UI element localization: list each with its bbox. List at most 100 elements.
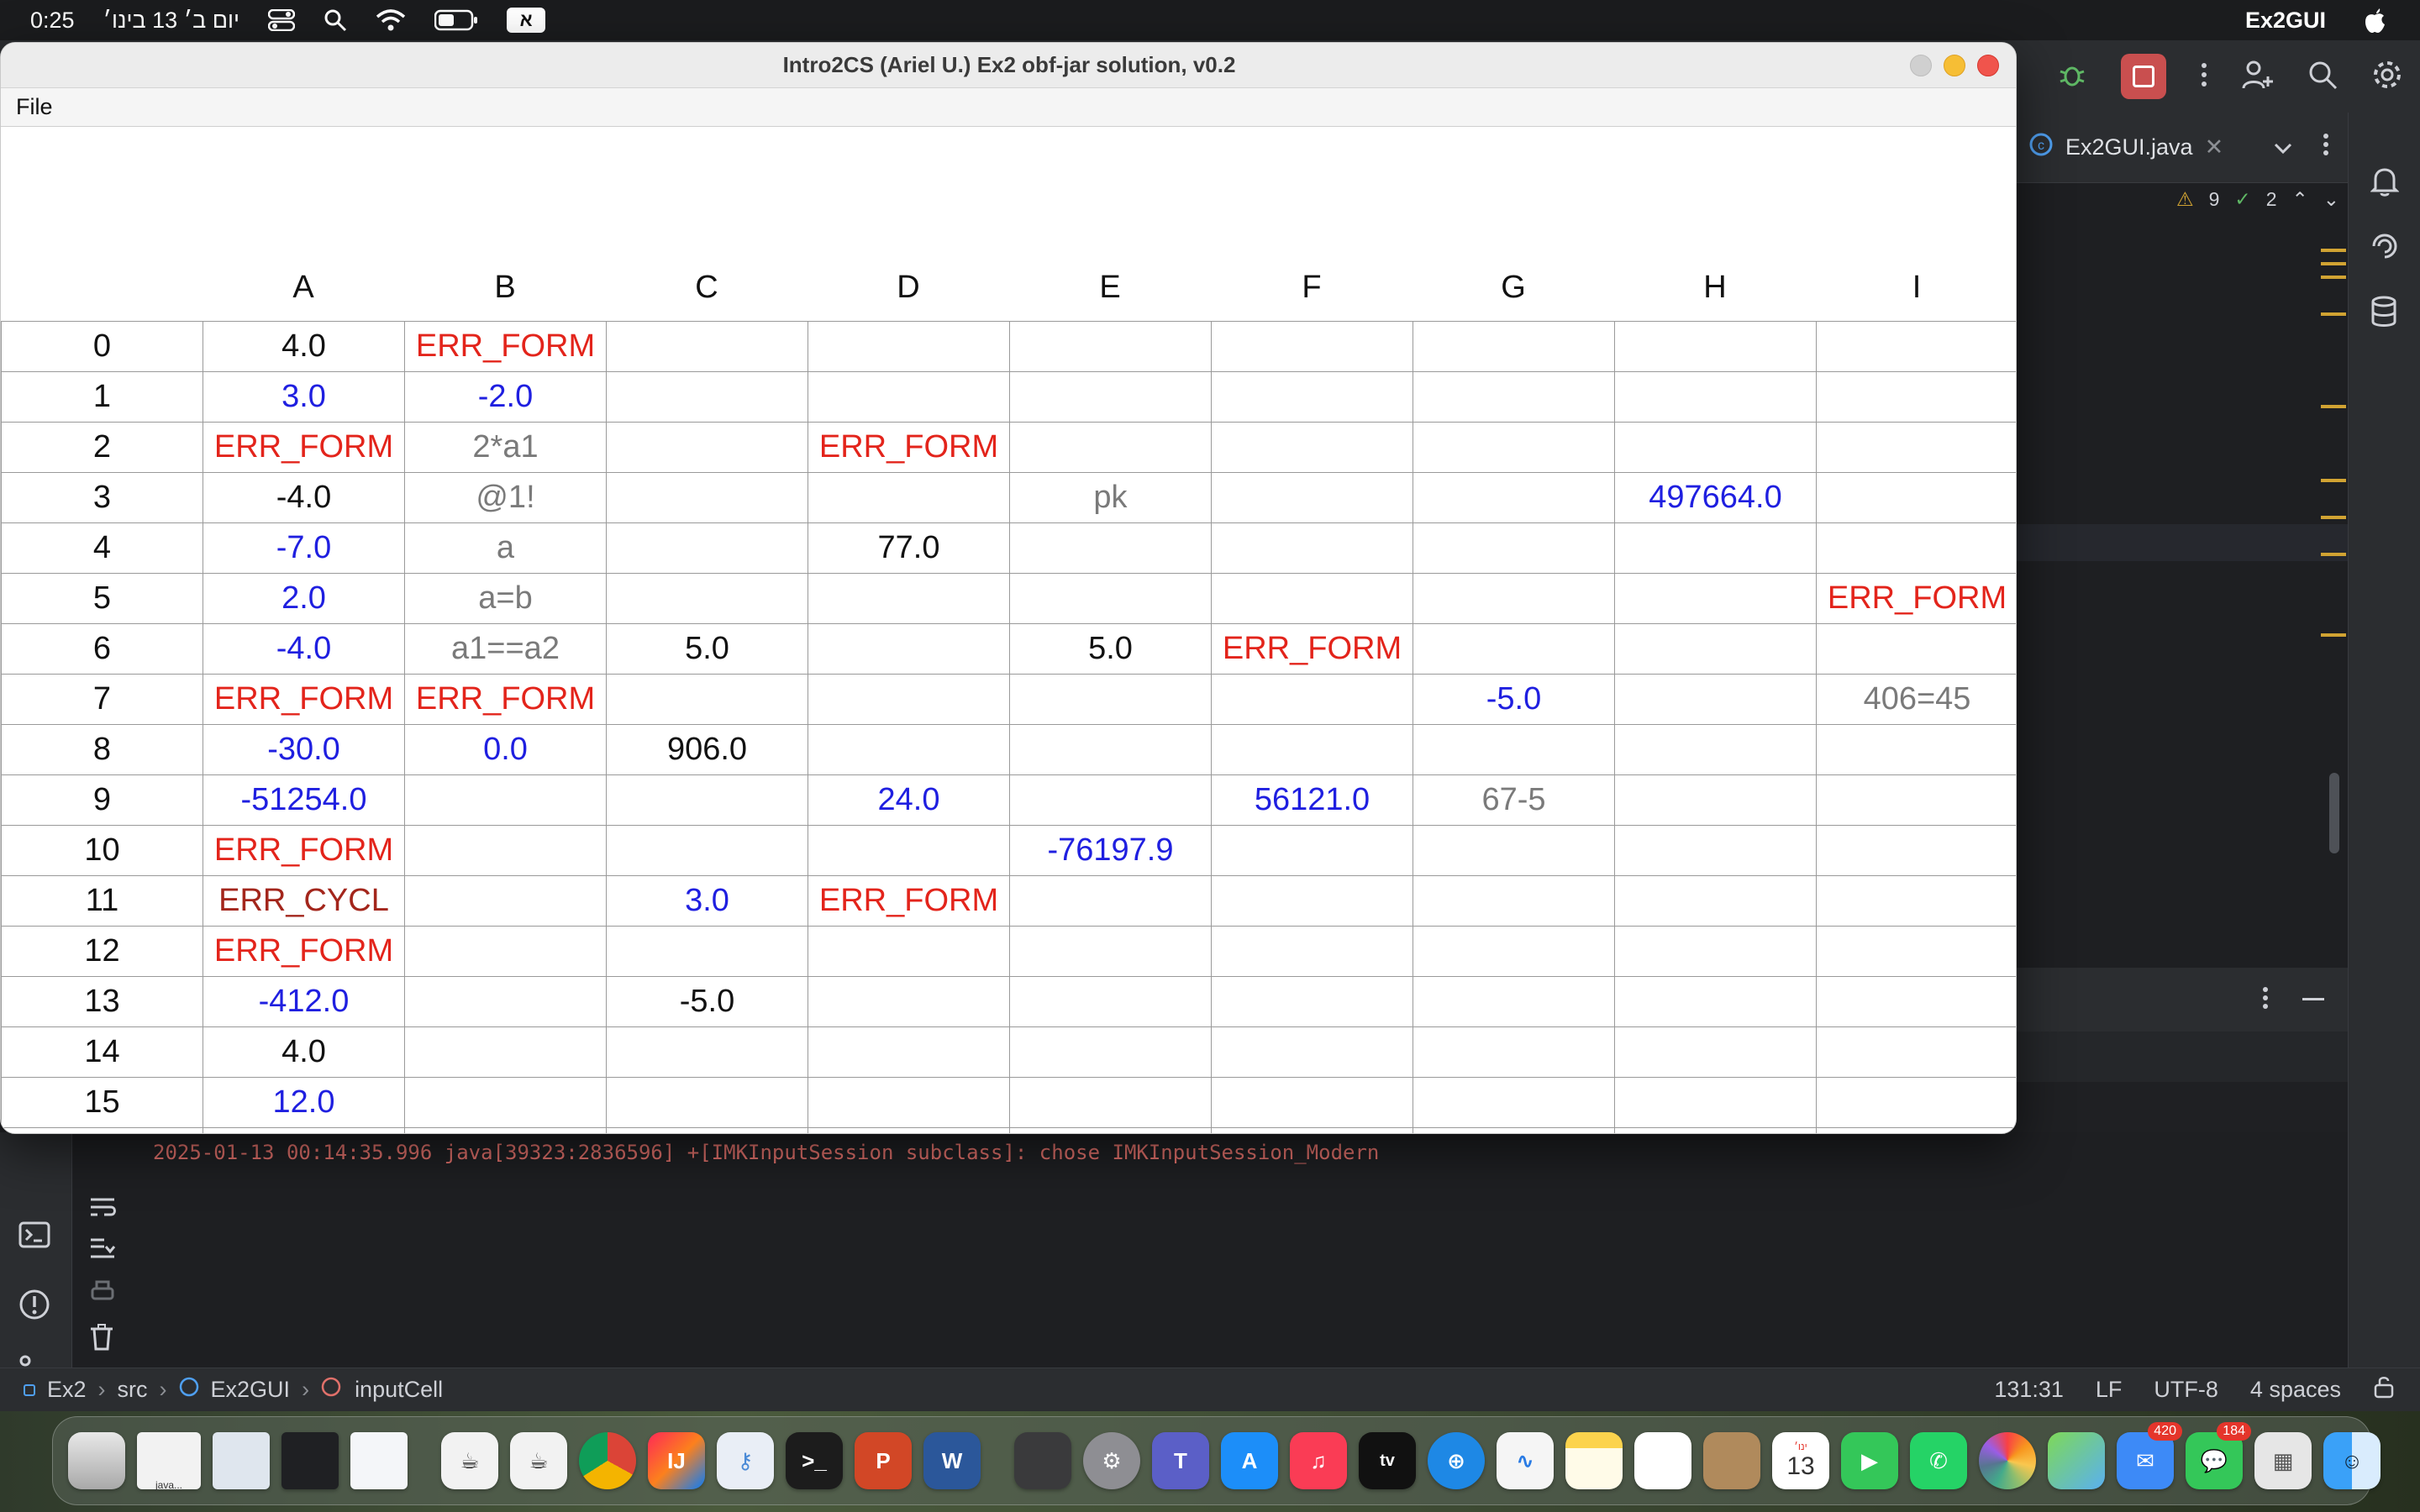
- cell[interactable]: [1413, 1026, 1615, 1078]
- caret-position[interactable]: 131:31: [1994, 1377, 2064, 1403]
- line-ending[interactable]: LF: [2096, 1377, 2123, 1403]
- cell[interactable]: 3.0: [203, 371, 405, 423]
- cell[interactable]: ERR_FORM: [203, 1127, 405, 1133]
- cell[interactable]: [606, 573, 808, 624]
- cell[interactable]: [1614, 623, 1817, 675]
- cell[interactable]: ERR_FORM: [404, 674, 607, 725]
- cell[interactable]: ERR_CYCL: [203, 875, 405, 927]
- cell[interactable]: [1614, 1026, 1817, 1078]
- cell[interactable]: [808, 1026, 1010, 1078]
- tab-ex2gui-java[interactable]: Ex2GUI.java: [2065, 134, 2193, 160]
- cell[interactable]: [1816, 1077, 2016, 1128]
- error-stripe-marker[interactable]: [2321, 262, 2346, 265]
- cell[interactable]: ERR_FORM: [808, 875, 1010, 927]
- cell[interactable]: [1614, 1077, 1817, 1128]
- cell[interactable]: [1009, 926, 1212, 977]
- cell[interactable]: [1413, 472, 1615, 523]
- read-only-lock-icon[interactable]: [2373, 1375, 2395, 1404]
- notes-icon[interactable]: [1565, 1432, 1623, 1489]
- breadcrumb-item[interactable]: inputCell: [355, 1377, 443, 1403]
- freeform-icon[interactable]: ∿: [1497, 1432, 1554, 1489]
- cell[interactable]: ERR_FORM: [203, 674, 405, 725]
- spreadsheet-grid[interactable]: 0 4.0 ERR_FORM 1 3.0 -2.0 2 ERR_FORM 2*a1 ERR_FOR…: [1, 321, 2016, 1133]
- keychain-icon[interactable]: ⚷: [717, 1432, 774, 1489]
- cell[interactable]: [808, 674, 1010, 725]
- cell[interactable]: [1211, 825, 1413, 876]
- cell[interactable]: -4.0: [203, 623, 405, 675]
- cell[interactable]: [404, 875, 607, 927]
- error-stripe-marker[interactable]: [2321, 249, 2346, 252]
- cell[interactable]: [1413, 623, 1615, 675]
- cell[interactable]: [808, 825, 1010, 876]
- cell[interactable]: a=b: [404, 573, 607, 624]
- cell[interactable]: [404, 976, 607, 1027]
- cell[interactable]: 4.0: [203, 1026, 405, 1078]
- music-icon[interactable]: ♫: [1290, 1432, 1347, 1489]
- clock-date[interactable]: יום ב׳ 13 בינו׳: [103, 8, 240, 34]
- java-launcher-icon[interactable]: ☕: [510, 1432, 567, 1489]
- cell[interactable]: [1816, 522, 2016, 574]
- menu-file[interactable]: File: [16, 94, 53, 120]
- error-stripe-marker[interactable]: [2321, 276, 2346, 279]
- previous-highlight-icon[interactable]: ⌃: [2292, 188, 2308, 211]
- cell[interactable]: [1816, 371, 2016, 423]
- print-icon[interactable]: [89, 1280, 116, 1308]
- cell[interactable]: [404, 774, 607, 826]
- cell[interactable]: [1614, 674, 1817, 725]
- cell[interactable]: [808, 321, 1010, 372]
- cell[interactable]: [606, 1077, 808, 1128]
- wifi-icon[interactable]: [376, 8, 406, 32]
- terminal-app-icon[interactable]: >_: [786, 1432, 843, 1489]
- cell[interactable]: [606, 674, 808, 725]
- cell[interactable]: [1413, 1077, 1615, 1128]
- cell[interactable]: -7.0: [203, 522, 405, 574]
- soft-wrap-icon[interactable]: [89, 1196, 116, 1222]
- cell[interactable]: [1413, 1127, 1615, 1133]
- word-icon[interactable]: W: [923, 1432, 981, 1489]
- contacts-icon[interactable]: [1703, 1432, 1760, 1489]
- minimize-button[interactable]: [1944, 55, 1965, 76]
- cell[interactable]: [1009, 321, 1212, 372]
- cell[interactable]: [1816, 321, 2016, 372]
- whatsapp-icon[interactable]: ✆: [1910, 1432, 1967, 1489]
- cell[interactable]: [1413, 976, 1615, 1027]
- cell[interactable]: [808, 724, 1010, 775]
- cell[interactable]: [1816, 1026, 2016, 1078]
- cell[interactable]: [404, 1077, 607, 1128]
- app-store-icon[interactable]: A: [1221, 1432, 1278, 1489]
- cell[interactable]: [808, 1077, 1010, 1128]
- cell[interactable]: [1614, 522, 1817, 574]
- cell[interactable]: [1816, 825, 2016, 876]
- error-stripe-marker[interactable]: [2321, 405, 2346, 408]
- cell[interactable]: [1211, 1026, 1413, 1078]
- cell[interactable]: [1413, 825, 1615, 876]
- cell[interactable]: -30.0: [203, 724, 405, 775]
- cell[interactable]: 2.0: [203, 573, 405, 624]
- messages-icon[interactable]: 💬 184: [2186, 1422, 2251, 1489]
- cell[interactable]: [1009, 774, 1212, 826]
- dock-window-thumbnail[interactable]: [281, 1432, 339, 1489]
- window-titlebar[interactable]: Intro2CS (Ariel U.) Ex2 obf-jar solution…: [1, 43, 2016, 88]
- error-stripe-marker[interactable]: [2321, 312, 2346, 316]
- cell[interactable]: [1211, 1077, 1413, 1128]
- cell[interactable]: 56121.0: [1211, 774, 1413, 826]
- cell[interactable]: 3.0: [606, 875, 808, 927]
- dock-window-thumbnail[interactable]: [213, 1432, 270, 1489]
- facetime-icon[interactable]: ▶: [1841, 1432, 1898, 1489]
- cell[interactable]: ERR_FORM: [808, 422, 1010, 473]
- cell[interactable]: [1614, 573, 1817, 624]
- breadcrumb-item[interactable]: src: [118, 1377, 148, 1403]
- cell[interactable]: [1816, 976, 2016, 1027]
- ai-assistant-icon[interactable]: [2370, 232, 2399, 265]
- cell[interactable]: [808, 623, 1010, 675]
- apple-tv-icon[interactable]: tv: [1359, 1432, 1416, 1489]
- cell[interactable]: a1==a2: [404, 623, 607, 675]
- debug-icon[interactable]: [2057, 60, 2087, 94]
- cell[interactable]: -51254.0: [203, 774, 405, 826]
- cell[interactable]: [1816, 472, 2016, 523]
- cell[interactable]: [1413, 926, 1615, 977]
- tab-more-icon[interactable]: [2323, 133, 2329, 162]
- database-icon[interactable]: [2370, 296, 2397, 332]
- cell[interactable]: ERR_FORM: [404, 321, 607, 372]
- cell[interactable]: [1614, 825, 1817, 876]
